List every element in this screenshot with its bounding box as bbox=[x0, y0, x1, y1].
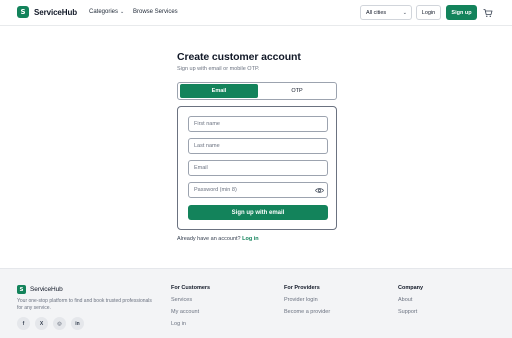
page-subtitle: Sign up with email or mobile OTP. bbox=[177, 66, 260, 72]
footer-col-heading: For Providers bbox=[284, 285, 320, 291]
top-header: S ServiceHub Categories ⌄ Browse Service… bbox=[0, 0, 512, 26]
tab-otp[interactable]: OTP bbox=[258, 84, 336, 98]
city-select-value: All cities bbox=[366, 9, 387, 16]
footer-link-support[interactable]: Support bbox=[398, 309, 423, 315]
password-field[interactable] bbox=[188, 182, 328, 198]
linkedin-icon[interactable]: in bbox=[71, 317, 84, 330]
signup-form: Sign up with email bbox=[177, 106, 337, 230]
tab-email[interactable]: Email bbox=[180, 84, 258, 98]
city-select[interactable]: All cities ⌄ bbox=[360, 5, 412, 20]
cart-icon[interactable] bbox=[483, 8, 493, 18]
footer-col-providers: For Providers Provider login Become a pr… bbox=[284, 285, 330, 321]
footer-col-company: Company About Support bbox=[398, 285, 423, 321]
chevron-down-icon: ⌄ bbox=[120, 9, 125, 15]
footer-col-heading: For Customers bbox=[171, 285, 211, 291]
login-link[interactable]: Log in bbox=[242, 236, 259, 242]
footer-brand-name: ServiceHub bbox=[30, 286, 63, 293]
instagram-icon[interactable]: ◎ bbox=[53, 317, 66, 330]
nav-browse-services[interactable]: Browse Services bbox=[133, 9, 178, 15]
footer-col-heading: Company bbox=[398, 285, 424, 291]
login-button[interactable]: Login bbox=[416, 5, 441, 20]
first-name-field[interactable] bbox=[188, 116, 328, 132]
nav-categories[interactable]: Categories ⌄ bbox=[89, 9, 124, 15]
footer-link-log-in[interactable]: Log in bbox=[171, 321, 210, 327]
last-name-field[interactable] bbox=[188, 138, 328, 154]
login-prompt: Already have an account? Log in bbox=[177, 236, 259, 242]
footer-link-my-account[interactable]: My account bbox=[171, 309, 210, 315]
footer-col-customers: For Customers Services My account Log in bbox=[171, 285, 210, 333]
site-footer: S ServiceHub Your one-stop platform to f… bbox=[0, 268, 512, 338]
brand-name: ServiceHub bbox=[34, 7, 78, 17]
footer-link-services[interactable]: Services bbox=[171, 297, 210, 303]
page-title: Create customer account bbox=[177, 51, 301, 63]
brand-logo[interactable]: S ServiceHub bbox=[17, 6, 77, 18]
email-field[interactable] bbox=[188, 160, 328, 176]
footer-link-about[interactable]: About bbox=[398, 297, 423, 303]
footer-logo[interactable]: S ServiceHub bbox=[17, 285, 63, 294]
nav-categories-label: Categories bbox=[89, 9, 119, 15]
login-prompt-text: Already have an account? bbox=[177, 236, 241, 242]
signup-method-tabs: Email OTP bbox=[177, 82, 337, 100]
footer-link-become-provider[interactable]: Become a provider bbox=[284, 309, 330, 315]
signup-email-button[interactable]: Sign up with email bbox=[188, 205, 328, 220]
signup-button[interactable]: Sign up bbox=[446, 5, 477, 20]
eye-icon[interactable] bbox=[315, 187, 324, 194]
social-links: f X ◎ in bbox=[17, 317, 84, 330]
facebook-icon[interactable]: f bbox=[17, 317, 30, 330]
footer-description: Your one-stop platform to find and book … bbox=[17, 298, 152, 311]
logo-mark-icon: S bbox=[17, 285, 26, 294]
x-icon[interactable]: X bbox=[35, 317, 48, 330]
footer-link-provider-login[interactable]: Provider login bbox=[284, 297, 330, 303]
logo-mark-icon: S bbox=[17, 6, 29, 18]
chevron-down-icon: ⌄ bbox=[402, 9, 407, 16]
